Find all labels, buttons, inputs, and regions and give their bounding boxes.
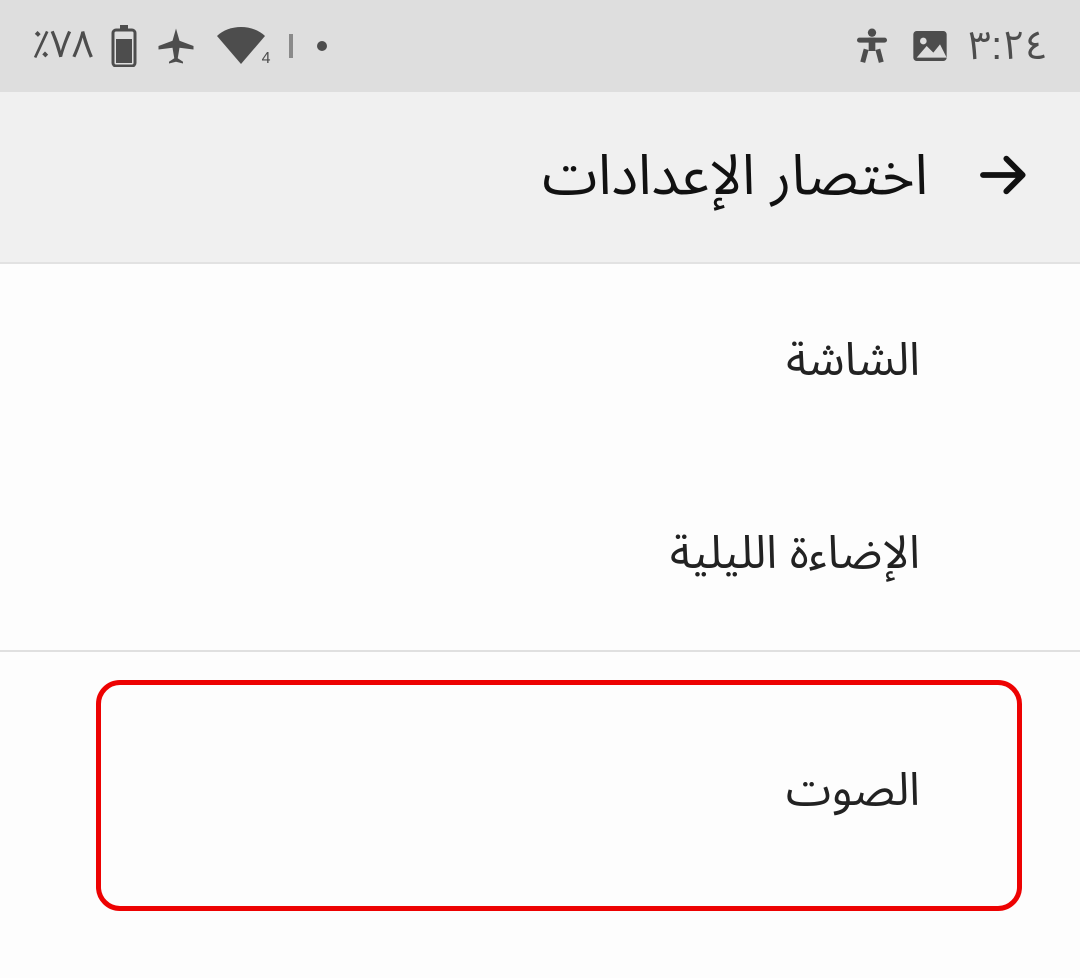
app-bar: اختصار الإعدادات [0,92,1080,264]
arrow-forward-icon [976,147,1032,208]
list-item-label: الشاشة [786,333,920,385]
status-bar: ٪٧٨ 4 [0,0,1080,92]
settings-shortcut-list: الشاشة الإضاءة الليلية الصوت وضع "عدم ال… [0,264,1080,978]
status-dot-icon [317,41,327,51]
list-item-display[interactable]: الشاشة [0,264,1080,457]
page-title: اختصار الإعدادات [542,118,928,236]
list-item-night-light[interactable]: الإضاءة الليلية [0,457,1080,650]
list-item-label: الصوت [786,763,920,815]
battery-icon [111,25,137,67]
image-icon [910,26,950,66]
list-item-label: الإضاءة الليلية [670,526,920,578]
airplane-icon [155,25,197,67]
status-clock-text: ٣:٢٤ [968,4,1048,89]
signal-bar-icon [285,34,299,58]
back-button[interactable] [968,141,1040,213]
accessibility-icon [852,26,892,66]
wifi-icon: 4 [215,26,267,66]
list-item-sound[interactable]: الصوت [0,652,1080,929]
list-item-dnd[interactable]: وضع "عدم الإزعاج" [0,929,1080,978]
status-bar-right: ٣:٢٤ [852,4,1048,89]
status-bar-left: ٪٧٨ 4 [32,6,327,86]
battery-percent-text: ٪٧٨ [32,6,93,86]
